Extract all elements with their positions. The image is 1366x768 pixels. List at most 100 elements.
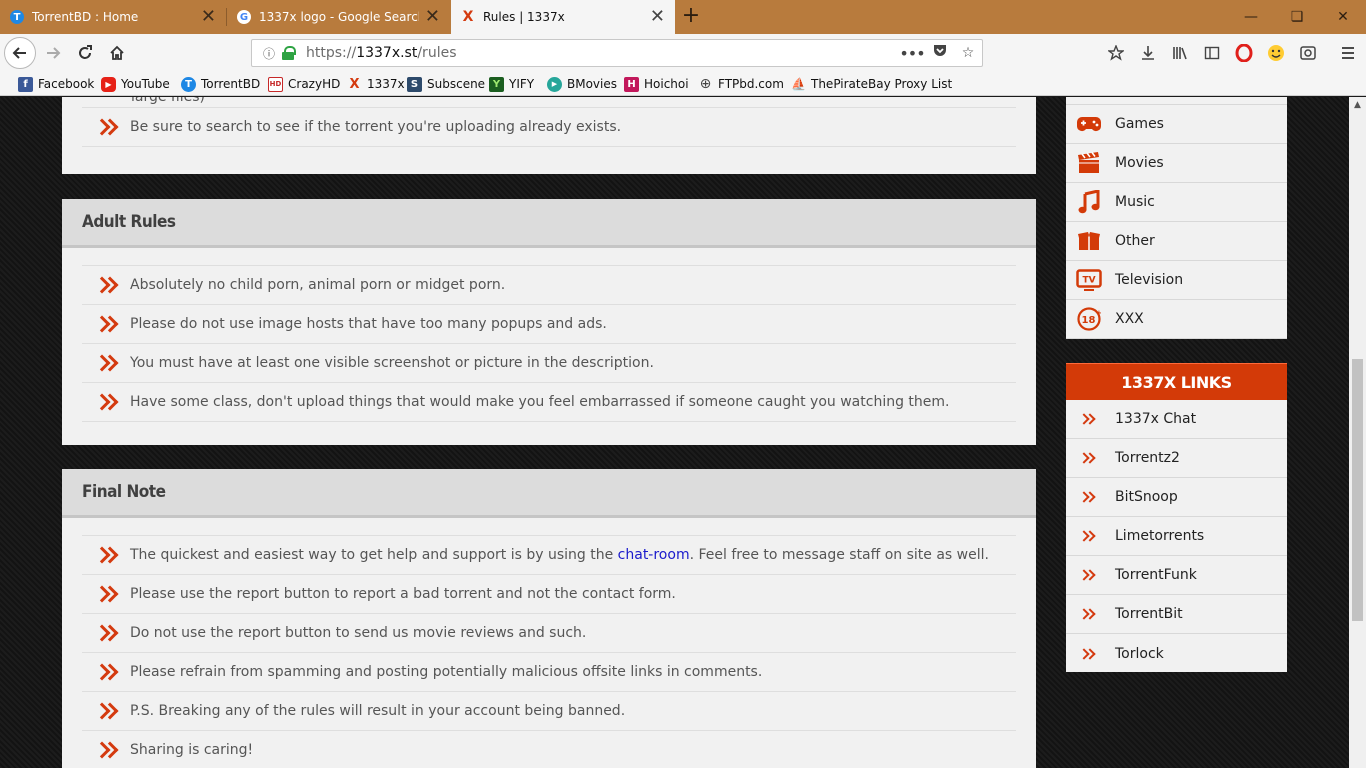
tab-title: TorrentBD : Home [32,10,139,24]
sidebar-toggle-icon[interactable] [1202,43,1222,63]
scroll-up-arrow-icon[interactable]: ▲ [1349,97,1366,114]
double-chevron-icon [96,277,130,293]
section-title: Adult Rules [82,212,176,232]
bookmarks-menu-icon[interactable] [1106,43,1126,63]
forward-button[interactable] [38,38,68,68]
close-tab-icon[interactable]: ✕ [201,8,216,26]
bookmark-bmovies[interactable]: ▶ BMovies [547,75,617,93]
tab-strip: T TorrentBD : Home ✕ G 1337x logo - Goog… [0,0,1366,34]
new-tab-button[interactable]: + [680,4,702,28]
category-movies[interactable]: Movies [1066,144,1287,183]
bookmark-yify[interactable]: Y YIFY [489,75,534,93]
pocket-icon[interactable] [926,43,954,63]
yify-icon: Y [489,76,504,92]
section-title: Final Note [82,482,166,502]
link-bitsnoop[interactable]: BitSnoop [1066,478,1287,517]
bookmark-crazyhd[interactable]: HD CrazyHD [268,75,340,93]
double-chevron-icon [96,316,130,332]
page-scrollbar[interactable]: ▲ [1349,97,1366,768]
tab-torrentbd[interactable]: T TorrentBD : Home ✕ [0,0,226,34]
minimize-button[interactable]: — [1228,0,1274,34]
tab-title: Rules | 1337x [483,10,565,24]
restore-button[interactable]: ❏ [1274,0,1320,34]
reload-icon [79,45,92,59]
reload-button[interactable] [70,38,100,68]
home-icon [110,45,124,60]
crazyhd-icon: HD [268,76,283,92]
rule-item: Please refrain from spamming and posting… [82,653,1016,692]
category-label: Movies [1115,155,1164,171]
upload-rules-list: Be sure to search to see if the torrent … [82,107,1016,147]
page-actions-icon[interactable]: ••• [898,44,926,63]
bookmark-label: BMovies [567,77,617,91]
svg-text:+: + [1096,309,1101,317]
bookmark-torrentbd[interactable]: T TorrentBD [181,75,260,93]
svg-text:18: 18 [1082,315,1096,326]
category-other[interactable]: Other [1066,222,1287,261]
bookmark-thepiratebay[interactable]: ⛵ ThePirateBay Proxy List [791,75,952,93]
adult-rules-heading: Adult Rules [62,199,1036,248]
category-television[interactable]: TV Television [1066,261,1287,300]
category-xxx[interactable]: 18 + XXX [1066,300,1287,339]
emoji-extension-icon[interactable] [1266,43,1286,63]
hamburger-menu-icon[interactable] [1338,43,1358,63]
url-host: 1337x.st [356,45,418,61]
bookmark-subscene[interactable]: S Subscene [407,75,485,93]
close-tab-icon[interactable]: ✕ [650,8,665,26]
double-chevron-icon [96,547,130,563]
back-button[interactable] [4,37,36,69]
final-note-heading: Final Note [62,469,1036,518]
adult-18-icon: 18 + [1076,306,1102,332]
double-chevron-icon [1080,451,1106,465]
bookmark-label: Subscene [427,77,486,91]
category-label: Other [1115,233,1155,249]
tab-google-search[interactable]: G 1337x logo - Google Search ✕ [227,0,450,34]
link-torrentz2[interactable]: Torrentz2 [1066,439,1287,478]
tab-rules-1337x[interactable]: X Rules | 1337x ✕ [451,0,675,34]
rule-text-after: . Feel free to message staff on site as … [689,547,989,563]
category-games[interactable]: Games [1066,105,1287,144]
url-text[interactable]: https://1337x.st/rules [306,45,898,61]
downloads-icon[interactable] [1138,43,1158,63]
facebook-icon: f [18,76,33,92]
forward-arrow-icon [47,47,61,59]
library-icon[interactable] [1170,43,1190,63]
bookmark-hoichoi[interactable]: H Hoichoi [624,75,689,93]
link-torrentbit[interactable]: TorrentBit [1066,595,1287,634]
chat-room-link[interactable]: chat-room [618,547,690,563]
bookmark-star-icon[interactable]: ☆ [954,45,982,61]
torrentbd-icon: T [10,10,24,24]
rule-text: Please refrain from spamming and posting… [130,664,763,680]
double-chevron-icon [1080,412,1106,426]
link-label: TorrentFunk [1115,567,1197,583]
category-label: XXX [1115,311,1144,327]
lock-icon[interactable] [282,46,296,60]
category-music[interactable]: Music [1066,183,1287,222]
scrollbar-thumb[interactable] [1352,359,1363,621]
double-chevron-icon [96,664,130,680]
window-close-button[interactable]: ✕ [1320,0,1366,34]
bookmark-label: Facebook [38,77,95,91]
category-item-partial [1066,97,1287,105]
double-chevron-icon [1080,568,1106,582]
box-icon [1076,228,1102,254]
screenshot-extension-icon[interactable] [1298,43,1318,63]
bookmark-youtube[interactable]: ▶ YouTube [101,75,170,93]
link-torlock[interactable]: Torlock [1066,634,1287,673]
bookmark-facebook[interactable]: f Facebook [18,75,94,93]
rule-text: Please use the report button to report a… [130,586,676,602]
link-limetorrents[interactable]: Limetorrents [1066,517,1287,556]
bookmark-label: YIFY [509,77,535,91]
link-torrentfunk[interactable]: TorrentFunk [1066,556,1287,595]
info-icon[interactable]: ⓘ [258,45,280,62]
link-label: 1337x Chat [1115,411,1197,427]
rule-text: Have some class, don't upload things tha… [130,394,950,410]
link-1337x-chat[interactable]: 1337x Chat [1066,400,1287,439]
rule-item: Please do not use image hosts that have … [82,305,1016,344]
home-button[interactable] [102,38,132,68]
opera-extension-icon[interactable] [1234,43,1254,63]
address-bar[interactable]: ⓘ https://1337x.st/rules ••• ☆ [251,39,983,67]
bookmark-ftpbd[interactable]: ⊕ FTPbd.com [698,75,784,93]
bookmark-1337x[interactable]: X 1337x [347,75,404,93]
close-tab-icon[interactable]: ✕ [425,8,440,26]
